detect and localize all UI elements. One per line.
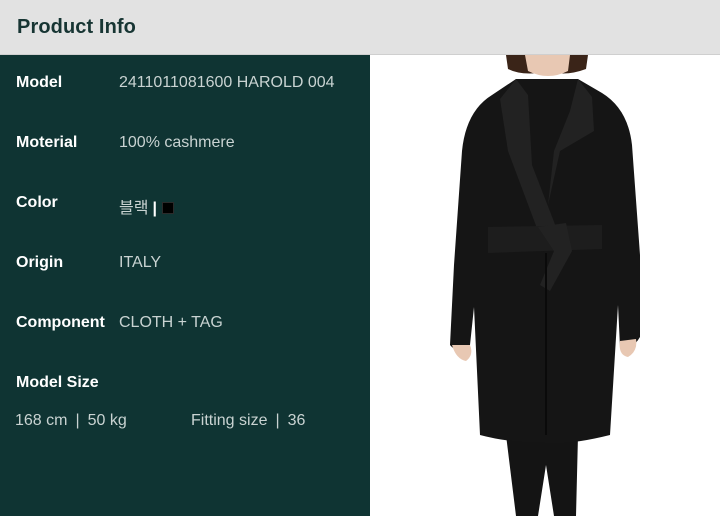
material-label: Moterial [16, 134, 78, 151]
model-hand-right [619, 339, 637, 357]
color-separator: | [152, 200, 157, 217]
model-measurements: 168 cm | 50 kg [15, 412, 127, 430]
model-value: 2411011081600 HAROLD 004 [119, 74, 335, 91]
measure-separator: | [75, 412, 80, 429]
fitting-size-label: Fitting size [191, 412, 268, 429]
origin-label: Origin [16, 254, 64, 271]
coat-model-illustration [450, 55, 640, 516]
page-title: Product Info [17, 16, 136, 38]
header-bar: Product Info [0, 0, 720, 55]
product-info-panel: Model 2411011081600 HAROLD 004 Moterial … [0, 55, 370, 516]
color-value: 블랙 [119, 200, 149, 217]
component-value: CLOTH + TAG [119, 314, 223, 331]
color-swatch [161, 202, 174, 214]
color-value-group: 블랙 | [119, 194, 174, 218]
fitting-size-value: 36 [287, 412, 306, 429]
product-photo [370, 55, 720, 516]
model-label: Model [16, 74, 63, 91]
material-value: 100% cashmere [119, 134, 235, 151]
origin-value: ITALY [119, 254, 162, 271]
model-legs [506, 435, 578, 516]
model-weight: 50 kg [87, 412, 127, 429]
fitting-size: Fitting size | 36 [191, 412, 305, 430]
color-label: Color [16, 194, 58, 211]
model-hand-left [452, 345, 472, 361]
model-size-label: Model Size [16, 374, 99, 391]
component-label: Component [16, 314, 105, 331]
model-height: 168 cm [15, 412, 68, 429]
fitting-separator: | [275, 412, 280, 429]
